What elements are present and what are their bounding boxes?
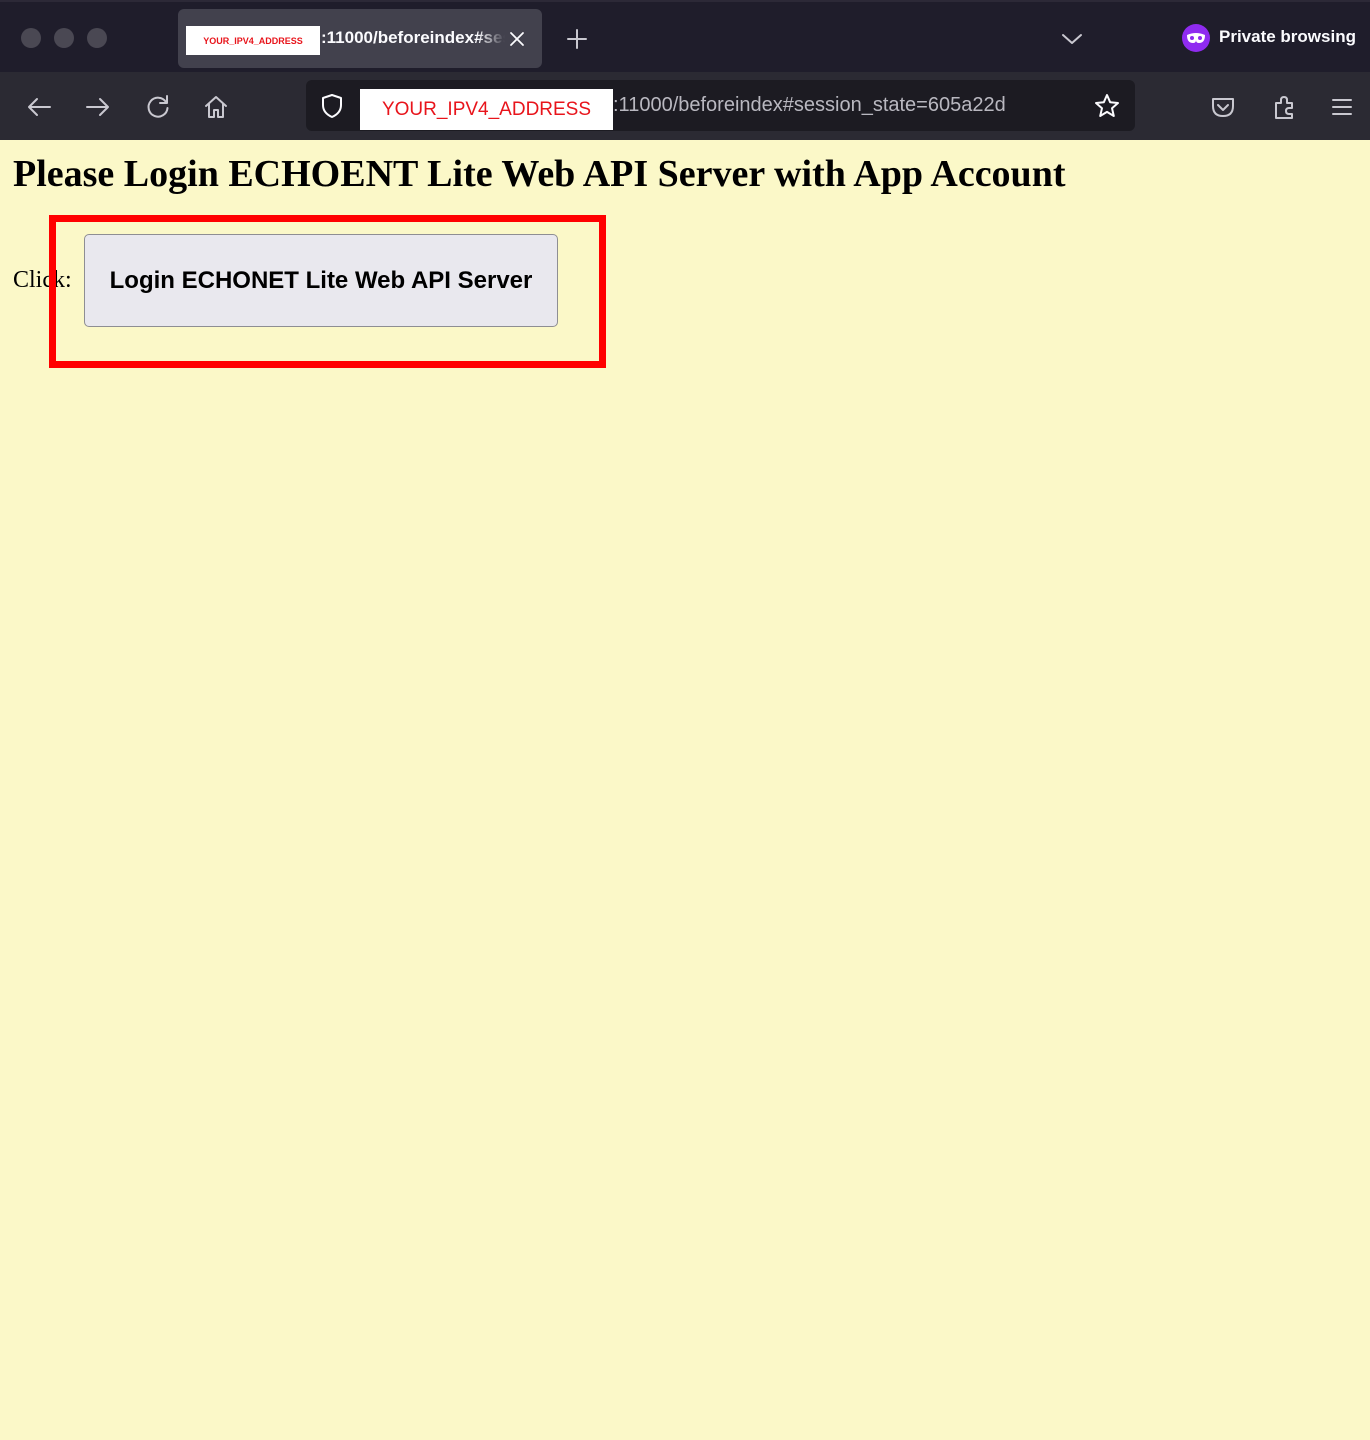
login-button[interactable]: Login ECHONET Lite Web API Server [84,234,558,327]
tab-strip: YOUR_IPV4_ADDRESS :11000/beforeindex#ses… [0,0,1370,72]
puzzle-icon[interactable] [1268,91,1300,123]
window-minimize-button[interactable] [54,28,74,48]
home-icon[interactable] [200,91,232,123]
plus-icon[interactable] [562,24,592,54]
tab-redacted-host: YOUR_IPV4_ADDRESS [186,26,320,55]
star-icon[interactable] [1092,91,1122,121]
window-maximize-button[interactable] [87,28,107,48]
url-text[interactable]: :11000/beforeindex#session_state=605a22d [613,94,1081,120]
arrow-left-icon[interactable] [23,91,55,123]
chevron-down-icon[interactable] [1057,24,1087,54]
click-label: Click: [13,267,72,293]
private-mask-icon [1182,24,1210,52]
pocket-icon[interactable] [1207,91,1239,123]
page-heading: Please Login ECHOENT Lite Web API Server… [13,153,1066,195]
url-redacted-host: YOUR_IPV4_ADDRESS [360,89,613,130]
private-browsing-label: Private browsing [1219,27,1356,46]
arrow-right-icon[interactable] [82,91,114,123]
browser-window: YOUR_IPV4_ADDRESS :11000/beforeindex#ses… [0,0,1370,1440]
close-icon[interactable] [504,26,530,52]
tab-title: :11000/beforeindex#session_state=605a22d [321,28,505,47]
reload-icon[interactable] [142,91,174,123]
hamburger-menu-icon[interactable] [1326,91,1358,123]
navigation-toolbar: YOUR_IPV4_ADDRESS :11000/beforeindex#ses… [0,72,1370,140]
window-close-button[interactable] [21,28,41,48]
page-content: Please Login ECHOENT Lite Web API Server… [0,140,1370,1440]
shield-icon[interactable] [318,92,346,120]
browser-tab-active[interactable]: YOUR_IPV4_ADDRESS :11000/beforeindex#ses… [178,9,542,68]
url-bar[interactable]: YOUR_IPV4_ADDRESS :11000/beforeindex#ses… [306,80,1135,131]
